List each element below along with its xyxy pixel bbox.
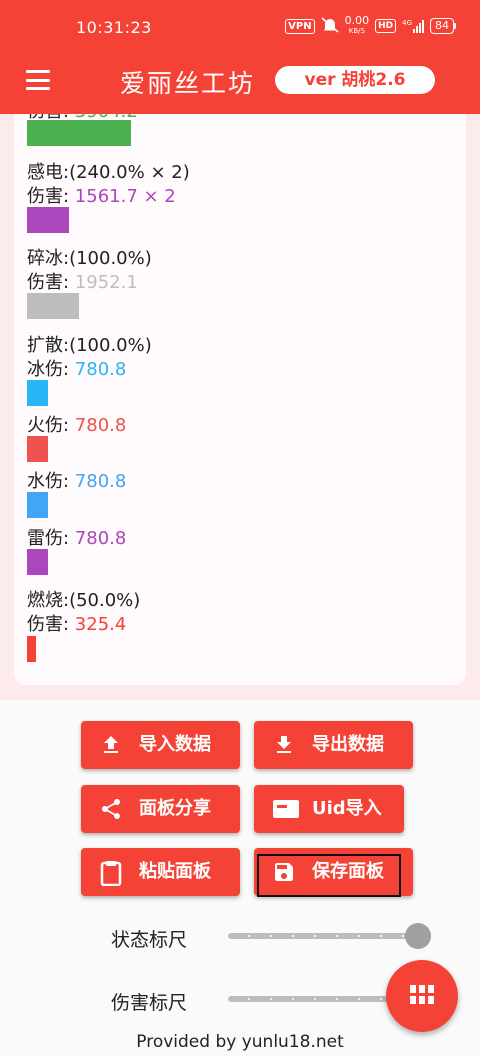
import-data-button[interactable]: 导入数据 <box>81 721 240 769</box>
save-icon <box>272 860 296 884</box>
grid-menu-button[interactable] <box>386 960 458 1032</box>
status-scale-thumb[interactable] <box>405 923 431 949</box>
hd-icon: HD <box>375 19 397 33</box>
reaction-title: 碎冰:(100.0%) <box>27 248 152 269</box>
footer-credit: Provided by yunlu18.net <box>136 1032 344 1052</box>
damage-line: 伤害: 325.4 <box>27 614 127 635</box>
version-badge: ver 胡桃2.6 <box>275 66 435 94</box>
upload-icon <box>99 733 123 757</box>
menu-icon[interactable] <box>26 70 50 90</box>
damage-line: 伤害: 1561.7 × 2 <box>27 186 176 207</box>
reaction-title: 燃烧:(50.0%) <box>27 590 141 611</box>
damage-bar <box>27 293 79 319</box>
damage-bar <box>27 436 48 462</box>
uid-import-button[interactable]: Uid导入 <box>254 785 404 833</box>
clock: 10:31:23 <box>76 18 152 37</box>
vpn-icon: VPN <box>285 18 315 34</box>
damage-card: 伤害: 3904.2 感电:(240.0% × 2) 伤害: 1561.7 × … <box>14 114 466 685</box>
status-icons: VPN 0.00 KB/S HD 4G 84 <box>285 14 456 36</box>
damage-bar <box>27 636 36 662</box>
damage-scale-label: 伤害标尺 <box>111 992 188 1014</box>
reaction-title: 感电:(240.0% × 2) <box>27 162 190 183</box>
top-bar: 10:31:23 VPN 0.00 KB/S HD 4G 84 爱丽丝工坊 ve… <box>0 0 480 114</box>
damage-panel: 伤害: 3904.2 感电:(240.0% × 2) 伤害: 1561.7 × … <box>0 114 480 700</box>
damage-bar <box>27 207 69 233</box>
export-data-button[interactable]: 导出数据 <box>254 721 413 769</box>
save-panel-button[interactable]: 保存面板 <box>254 848 413 896</box>
damage-line: 伤害: 1952.1 <box>27 272 138 293</box>
reaction-title: 扩散:(100.0%) <box>27 335 152 356</box>
download-icon <box>272 733 296 757</box>
app-bar: 爱丽丝工坊 ver 胡桃2.6 <box>0 56 480 114</box>
card-icon <box>272 797 299 821</box>
battery-icon: 84 <box>430 18 456 34</box>
mute-icon <box>321 16 339 36</box>
grid-icon <box>410 985 434 1005</box>
app-title: 爱丽丝工坊 <box>120 69 256 98</box>
damage-bar <box>27 492 48 518</box>
status-scale-slider[interactable] <box>228 933 418 939</box>
net-speed: 0.00 KB/S <box>344 14 370 35</box>
damage-line: 冰伤: 780.8 <box>27 359 127 380</box>
paste-panel-button[interactable]: 粘贴面板 <box>81 848 240 896</box>
share-icon <box>99 797 123 821</box>
status-scale-label: 状态标尺 <box>111 929 188 951</box>
damage-line: 水伤: 780.8 <box>27 471 127 492</box>
signal-icon: 4G <box>402 19 424 33</box>
damage-bar <box>27 549 48 575</box>
damage-line: 火伤: 780.8 <box>27 415 127 436</box>
damage-bar <box>27 380 48 406</box>
share-panel-button[interactable]: 面板分享 <box>81 785 240 833</box>
damage-line: 雷伤: 780.8 <box>27 528 127 549</box>
status-bar: 10:31:23 VPN 0.00 KB/S HD 4G 84 <box>0 0 480 56</box>
clipboard-icon <box>99 860 123 887</box>
damage-bar <box>27 120 131 146</box>
